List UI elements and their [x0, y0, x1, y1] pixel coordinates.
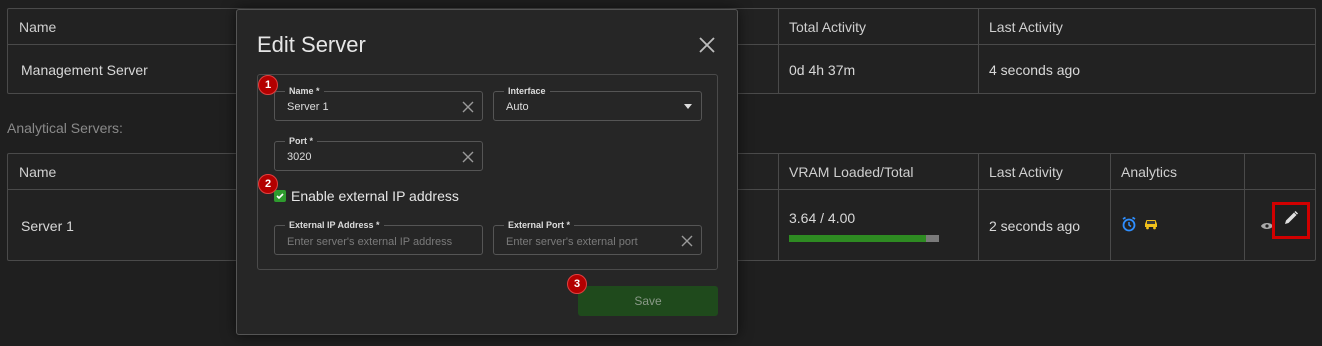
- clear-icon[interactable]: [681, 234, 693, 247]
- analytics-icons: [1110, 190, 1159, 261]
- external-ip-checkbox[interactable]: [274, 190, 286, 202]
- section-label-analytical-servers: Analytical Servers:: [7, 120, 123, 136]
- column-header-last-activity: Last Activity: [989, 163, 1063, 180]
- external-port-field[interactable]: External Port * Enter server's external …: [493, 219, 702, 255]
- external-port-field-label: External Port *: [504, 219, 575, 231]
- pencil-icon: [1283, 210, 1299, 231]
- column-header-vram: VRAM Loaded/Total: [789, 163, 914, 180]
- port-field[interactable]: Port * 3020: [274, 135, 483, 171]
- external-ip-field[interactable]: External IP Address * Enter server's ext…: [274, 219, 483, 255]
- dropdown-arrow-icon: [684, 104, 692, 109]
- total-activity-value: 0d 4h 37m: [789, 61, 856, 78]
- column-header-name: Name: [19, 163, 57, 180]
- interface-field-value: Auto: [506, 101, 529, 113]
- clear-icon[interactable]: [462, 100, 474, 113]
- server-name: Management Server: [21, 61, 148, 78]
- name-field[interactable]: Name * Server 1: [274, 85, 483, 121]
- interface-select[interactable]: Interface Auto: [493, 85, 702, 121]
- server-form: Name * Server 1 Interface Auto Port * 30…: [257, 74, 718, 270]
- edit-server-dialog: Edit Server Name * Server 1 Interface Au…: [236, 9, 738, 335]
- column-header-total-activity: Total Activity: [789, 18, 867, 35]
- server-name: Server 1: [21, 217, 74, 234]
- step-marker-1: 1: [258, 75, 278, 95]
- external-ip-field-label: External IP Address *: [285, 219, 384, 231]
- last-activity-value: 4 seconds ago: [989, 61, 1081, 78]
- edit-button[interactable]: [1272, 202, 1310, 239]
- car-icon: [1143, 216, 1159, 235]
- dialog-title: Edit Server: [257, 32, 366, 57]
- vram-value: 3.64 / 4.00: [789, 210, 856, 226]
- column-header-last-activity: Last Activity: [989, 18, 1063, 35]
- step-marker-3: 3: [567, 274, 587, 294]
- step-marker-2: 2: [258, 174, 278, 194]
- port-field-value: 3020: [287, 151, 312, 163]
- external-ip-checkbox-row[interactable]: Enable external IP address: [274, 188, 459, 204]
- external-ip-checkbox-label: Enable external IP address: [291, 188, 459, 204]
- name-field-label: Name *: [285, 85, 324, 97]
- column-header-name: Name: [19, 18, 57, 35]
- interface-field-label: Interface: [504, 85, 550, 97]
- row-actions: [1243, 190, 1315, 261]
- vram-progress-bar: [789, 235, 939, 242]
- save-button[interactable]: Save: [578, 286, 718, 316]
- port-field-label: Port *: [285, 135, 318, 147]
- last-activity-value: 2 seconds ago: [989, 217, 1081, 234]
- vram-cell: 3.64 / 4.00: [778, 190, 978, 261]
- close-icon[interactable]: [697, 35, 717, 55]
- alarm-clock-icon: [1121, 216, 1137, 235]
- vram-progress-fill: [789, 235, 926, 242]
- external-port-placeholder: Enter server's external port: [506, 236, 638, 248]
- clear-icon[interactable]: [462, 150, 474, 163]
- external-ip-placeholder: Enter server's external IP address: [287, 236, 453, 248]
- name-field-value: Server 1: [287, 101, 329, 113]
- column-header-analytics: Analytics: [1121, 163, 1178, 180]
